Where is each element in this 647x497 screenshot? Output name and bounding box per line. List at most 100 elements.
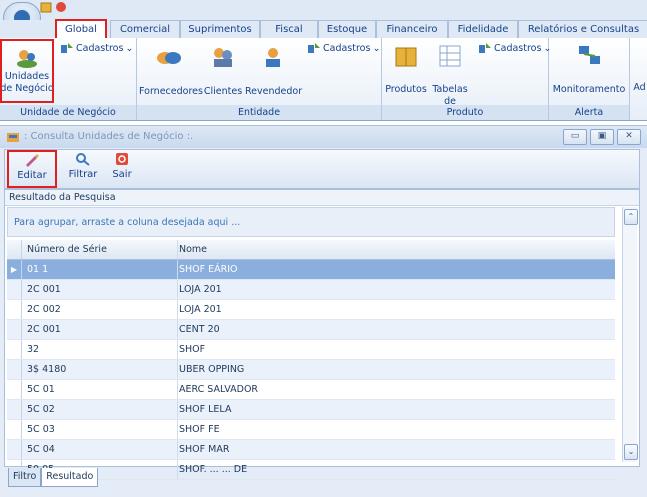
produtos-button[interactable]: Produtos xyxy=(384,44,428,96)
cell-nome[interactable]: SHOF EÁRIO xyxy=(175,260,619,279)
cell-serie[interactable]: 5C 02 xyxy=(23,400,178,419)
group-label-alerta: Alerta xyxy=(549,105,629,120)
tab-fiscal[interactable]: Fiscal xyxy=(260,20,318,38)
scroll-down-icon[interactable]: ⌄ xyxy=(624,444,638,460)
sair-button[interactable]: Sair xyxy=(107,152,137,181)
tab-estoque[interactable]: Estoque xyxy=(318,20,376,38)
tab-global[interactable]: Global xyxy=(55,19,107,40)
cell-serie[interactable]: 32 xyxy=(23,340,178,359)
table-row[interactable]: 5C 03 SHOF FE xyxy=(7,420,615,440)
table-row[interactable]: 2C 001 LOJA 201 xyxy=(7,280,615,300)
current-row-indicator-icon: ▶ xyxy=(7,260,22,279)
handshake-icon xyxy=(157,52,181,64)
unidade-cadastros-dropdown[interactable]: Cadastros ⌄ xyxy=(60,42,133,54)
window-controls: ▭ ▣ ✕ xyxy=(563,129,641,145)
sair-label: Sair xyxy=(112,169,132,180)
produto-cadastros-dropdown[interactable]: Cadastros ⌄ xyxy=(478,42,551,54)
tab-relatorios[interactable]: Relatórios e Consultas xyxy=(518,20,647,38)
fornecedores-button[interactable]: Fornecedores xyxy=(139,46,203,98)
cell-nome[interactable]: SHOF FE xyxy=(175,420,619,439)
table-row[interactable]: 5C 04 SHOF MAR xyxy=(7,440,615,460)
table-row[interactable]: 3$ 4180 UBER OPPING xyxy=(7,360,615,380)
tab-fidelidade[interactable]: Fidelidade xyxy=(448,20,518,38)
minimize-button[interactable]: ▭ xyxy=(563,129,587,145)
row-indicator xyxy=(7,440,22,459)
fornecedores-label: Fornecedores xyxy=(139,86,203,97)
row-indicator xyxy=(7,360,22,379)
adm-button-partial[interactable]: Ad xyxy=(632,82,647,94)
cell-nome[interactable]: UBER OPPING xyxy=(175,360,619,379)
chevron-down-icon: ⌄ xyxy=(372,42,381,54)
edit-pencil-icon xyxy=(26,154,39,167)
tab-financeiro[interactable]: Financeiro xyxy=(376,20,448,38)
products-box-icon xyxy=(395,47,417,67)
close-button[interactable]: ✕ xyxy=(617,129,641,145)
cell-nome[interactable]: SHOF LELA xyxy=(175,400,619,419)
cadastros-icon xyxy=(308,43,320,53)
vertical-scrollbar[interactable]: ⌃ ⌄ xyxy=(622,207,638,462)
cadastros-label: Cadastros xyxy=(323,42,371,54)
monitoramento-button[interactable]: Monitoramento xyxy=(551,44,627,96)
cell-nome[interactable]: LOJA 201 xyxy=(175,300,619,319)
unidades-label-line1: Unidades xyxy=(4,71,50,82)
row-indicator xyxy=(7,300,22,319)
cell-serie[interactable]: 2C 001 xyxy=(23,320,178,339)
tab-suprimentos[interactable]: Suprimentos xyxy=(180,20,260,38)
table-row[interactable]: 5C 01 AERC SALVADOR xyxy=(7,380,615,400)
window-title-bar: : Consulta Unidades de Negócio :. ▭ ▣ ✕ xyxy=(0,125,647,148)
chevron-down-icon: ⌄ xyxy=(125,42,134,54)
filtrar-button[interactable]: Filtrar xyxy=(63,152,103,181)
tab-resultado[interactable]: Resultado xyxy=(41,468,99,487)
group-entidade: Fornecedores Clientes Revendedor Cadastr… xyxy=(137,38,382,120)
group-label-entidade: Entidade xyxy=(137,105,381,120)
unidades-negocio-button[interactable]: Unidades de Negócio xyxy=(0,39,54,103)
cell-nome[interactable]: SHOF. ... ... DE xyxy=(175,460,619,479)
table-row[interactable]: ▶ 01 1 SHOF EÁRIO xyxy=(7,260,615,280)
tab-filtro[interactable]: Filtro xyxy=(8,468,42,487)
column-header-nome[interactable]: Nome xyxy=(175,240,619,259)
monitoramento-label: Monitoramento xyxy=(552,84,626,95)
row-indicator-header xyxy=(7,240,22,259)
group-by-drop-area[interactable]: Para agrupar, arraste a coluna desejada … xyxy=(7,207,615,237)
table-row[interactable]: 5C 02 SHOF LELA xyxy=(7,400,615,420)
group-label-unidade: Unidade de Negócio xyxy=(0,105,136,120)
magnifier-icon xyxy=(76,153,90,166)
cell-serie[interactable]: 5C 03 xyxy=(23,420,178,439)
tab-comercial[interactable]: Comercial xyxy=(110,20,180,38)
table-row[interactable]: 2C 001 CENT 20 xyxy=(7,320,615,340)
cell-nome[interactable]: SHOF xyxy=(175,340,619,359)
row-indicator xyxy=(7,340,22,359)
cell-serie[interactable]: 01 1 xyxy=(23,260,178,279)
table-row[interactable]: 2C 002 LOJA 201 xyxy=(7,300,615,320)
window-title: : Consulta Unidades de Negócio :. xyxy=(24,131,194,142)
cell-serie[interactable]: 3$ 4180 xyxy=(23,360,178,379)
column-header-serie[interactable]: Número de Série xyxy=(23,240,178,259)
group-produto: Produtos Tabelas de Preço Cadastros ⌄ Pr… xyxy=(382,38,551,120)
group-alerta: Monitoramento Alerta xyxy=(549,38,630,120)
clients-icon xyxy=(214,48,232,67)
cadastros-icon xyxy=(61,43,73,53)
cell-nome[interactable]: CENT 20 xyxy=(175,320,619,339)
table-row[interactable]: 32 SHOF xyxy=(7,340,615,360)
cell-nome[interactable]: SHOF MAR xyxy=(175,440,619,459)
cell-serie[interactable]: 5C 04 xyxy=(23,440,178,459)
revendedor-button[interactable]: Revendedor xyxy=(245,46,302,98)
editar-button[interactable]: Editar xyxy=(7,150,57,188)
business-unit-icon xyxy=(17,50,37,68)
maximize-button[interactable]: ▣ xyxy=(590,129,614,145)
clientes-button[interactable]: Clientes xyxy=(203,46,243,98)
monitoring-network-icon xyxy=(579,46,600,64)
scroll-up-icon[interactable]: ⌃ xyxy=(624,209,638,225)
cell-nome[interactable]: AERC SALVADOR xyxy=(175,380,619,399)
results-panel: Resultado da Pesquisa Para agrupar, arra… xyxy=(4,189,640,480)
cell-serie[interactable]: 5C 01 xyxy=(23,380,178,399)
cell-serie[interactable]: 2C 001 xyxy=(23,280,178,299)
row-indicator xyxy=(7,320,22,339)
row-indicator xyxy=(7,400,22,419)
entidade-cadastros-dropdown[interactable]: Cadastros ⌄ xyxy=(307,42,380,54)
cell-serie[interactable]: 2C 002 xyxy=(23,300,178,319)
qat-close-icon[interactable] xyxy=(55,1,67,13)
cell-nome[interactable]: LOJA 201 xyxy=(175,280,619,299)
qat-save-icon[interactable] xyxy=(40,1,52,13)
window-toolbar: Editar Filtrar Sair xyxy=(4,149,640,189)
